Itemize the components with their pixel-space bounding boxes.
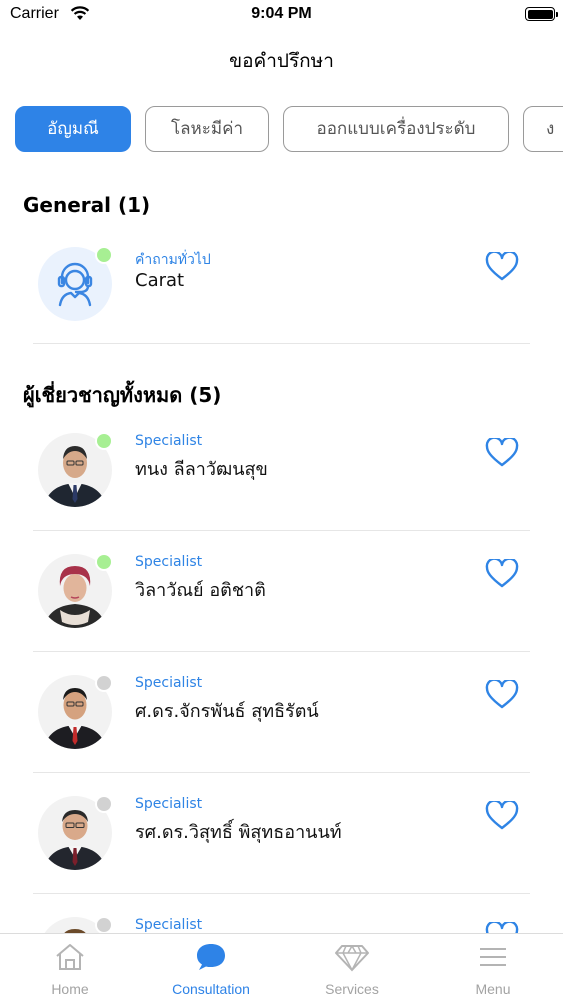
chip-gemstones[interactable]: อัญมณี <box>15 106 131 152</box>
chip-jewelry-design[interactable]: ออกแบบเครื่องประดับ <box>283 106 509 152</box>
battery-icon <box>525 7 558 21</box>
consultant-role: คำถามทั่วไป <box>135 252 211 268</box>
diamond-icon <box>335 945 369 972</box>
offline-status-dot <box>95 674 113 692</box>
consultant-role: Specialist <box>135 675 203 691</box>
chat-bubble-icon <box>197 944 225 970</box>
tab-menu-label: Menu <box>475 981 511 997</box>
tab-consultation-label: Consultation <box>172 981 250 997</box>
online-status-dot <box>95 246 113 264</box>
tab-services-label: Services <box>325 981 379 997</box>
page-title: ขอคำปรึกษา <box>229 50 334 72</box>
favorite-heart-icon[interactable] <box>485 438 519 468</box>
list-item-expert[interactable]: Specialist ทนง ลีลาวัฒนสุข <box>0 410 563 531</box>
consultant-name: รศ.ดร.วิสุทธิ์ พิสุทธอานนท์ <box>135 822 342 843</box>
consultant-name: Carat <box>135 270 185 291</box>
section-title-experts: ผู้เชี่ยวชาญทั้งหมด (5) <box>23 383 222 407</box>
menu-icon <box>480 948 506 966</box>
chip-precious-metals[interactable]: โลหะมีค่า <box>145 106 269 152</box>
favorite-heart-icon[interactable] <box>485 559 519 589</box>
online-status-dot <box>95 432 113 450</box>
list-item-expert[interactable]: Specialist รศ.ดร.วิสุทธิ์ พิสุทธอานนท์ <box>0 773 563 894</box>
consultant-name: ทนง ลีลาวัฒนสุข <box>135 459 268 480</box>
consultant-role: Specialist <box>135 917 203 933</box>
tab-home[interactable]: Home <box>0 934 140 1000</box>
consultant-role: Specialist <box>135 554 203 570</box>
tab-bar: Home Consultation Services Menu <box>0 933 563 1000</box>
home-icon <box>56 944 84 970</box>
list-item-expert[interactable]: Specialist วิลาวัณย์ อติชาติ <box>0 531 563 652</box>
clock: 9:04 PM <box>251 5 312 22</box>
favorite-heart-icon[interactable] <box>485 680 519 710</box>
category-chips: อัญมณี โลหะมีค่า ออกแบบเครื่องประดับ ง <box>15 106 563 152</box>
status-bar: Carrier 9:04 PM <box>0 0 563 30</box>
consultant-role: Specialist <box>135 796 203 812</box>
chip-more[interactable]: ง <box>523 106 563 152</box>
tab-home-label: Home <box>51 981 89 997</box>
divider <box>33 343 530 344</box>
favorite-heart-icon[interactable] <box>485 801 519 831</box>
online-status-dot <box>95 553 113 571</box>
tab-menu[interactable]: Menu <box>423 934 563 1000</box>
tab-consultation[interactable]: Consultation <box>141 934 281 1000</box>
offline-status-dot <box>95 795 113 813</box>
tab-services[interactable]: Services <box>282 934 422 1000</box>
consultant-name: วิลาวัณย์ อติชาติ <box>135 580 266 601</box>
offline-status-dot <box>95 916 113 934</box>
section-title-general: General (1) <box>23 193 151 217</box>
consultant-name: ศ.ดร.จักรพันธ์ สุทธิรัตน์ <box>135 701 319 722</box>
list-item-expert[interactable]: Specialist ศ.ดร.จักรพันธ์ สุทธิรัตน์ <box>0 652 563 773</box>
list-item-general-carat[interactable]: คำถามทั่วไป Carat <box>0 224 563 345</box>
favorite-heart-icon[interactable] <box>485 252 519 282</box>
consultant-role: Specialist <box>135 433 203 449</box>
